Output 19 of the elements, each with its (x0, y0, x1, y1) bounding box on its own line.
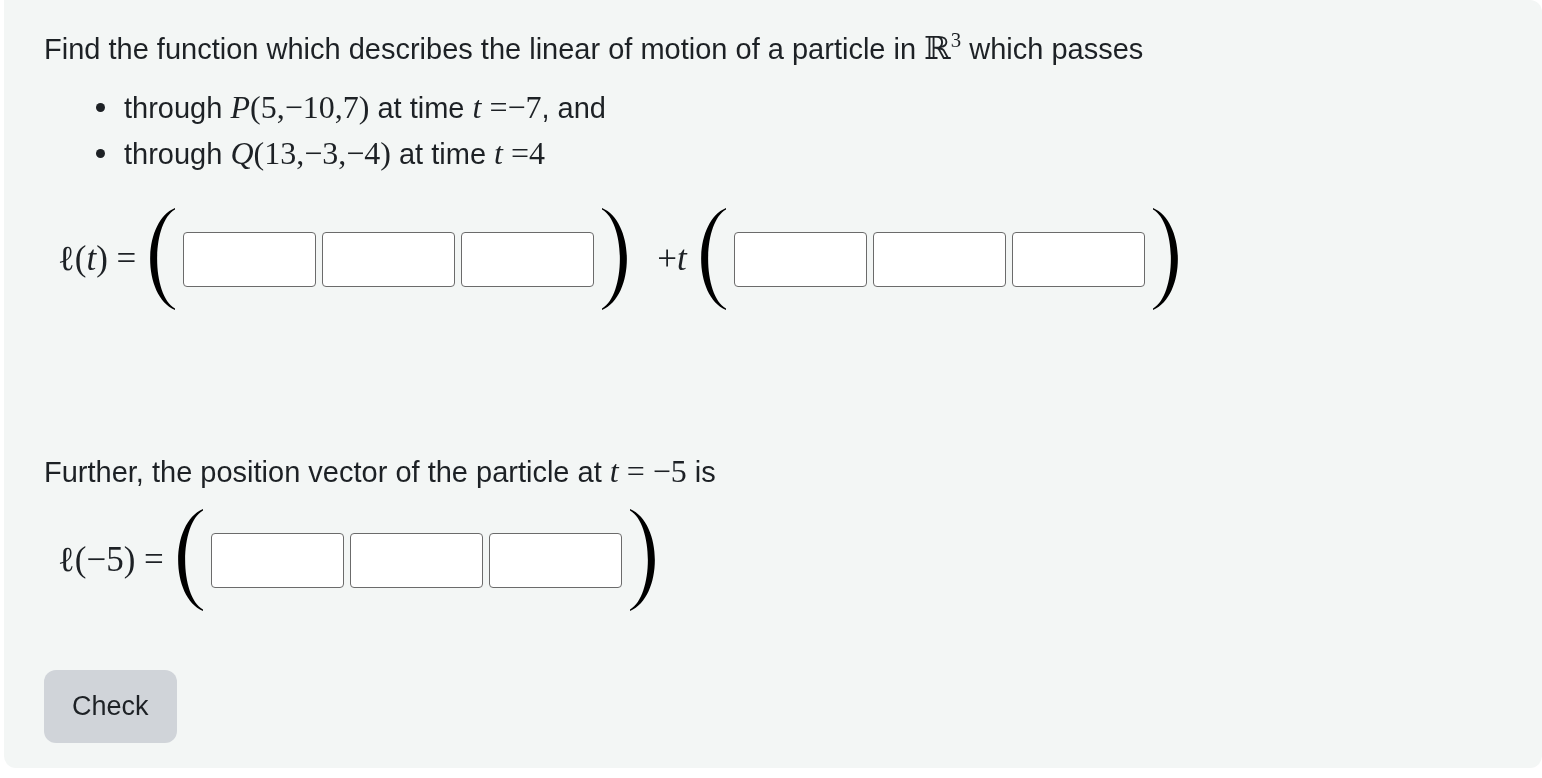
followup-text: Further, the position vector of the particle at t = −5 is (44, 452, 716, 491)
condition-text: through Q(13,−3,−4) at time t =4 (124, 134, 546, 173)
answer-field[interactable] (210, 532, 344, 588)
answer-field[interactable] (183, 231, 317, 287)
bullet-icon (96, 102, 105, 112)
answer-field[interactable] (1011, 231, 1145, 287)
check-button[interactable]: Check (44, 670, 177, 743)
equation-label: ℓ(−5) = (58, 539, 164, 581)
answer-field[interactable] (349, 532, 483, 588)
equation-label: ℓ(t) = (58, 238, 137, 280)
answer-field[interactable] (733, 231, 867, 287)
answer-field[interactable] (488, 532, 622, 588)
question-text: Find the function which describes the linear of motion of a particle in ℝ$^{3}$ which passes (44, 28, 1144, 68)
answer-field[interactable] (872, 231, 1006, 287)
condition-text: through P(5,−10,7) at time t =−7, and (124, 88, 606, 127)
operator-term: +t (657, 238, 687, 280)
answer-field[interactable] (322, 231, 456, 287)
bullet-icon (96, 148, 105, 158)
answer-field[interactable] (461, 231, 595, 287)
